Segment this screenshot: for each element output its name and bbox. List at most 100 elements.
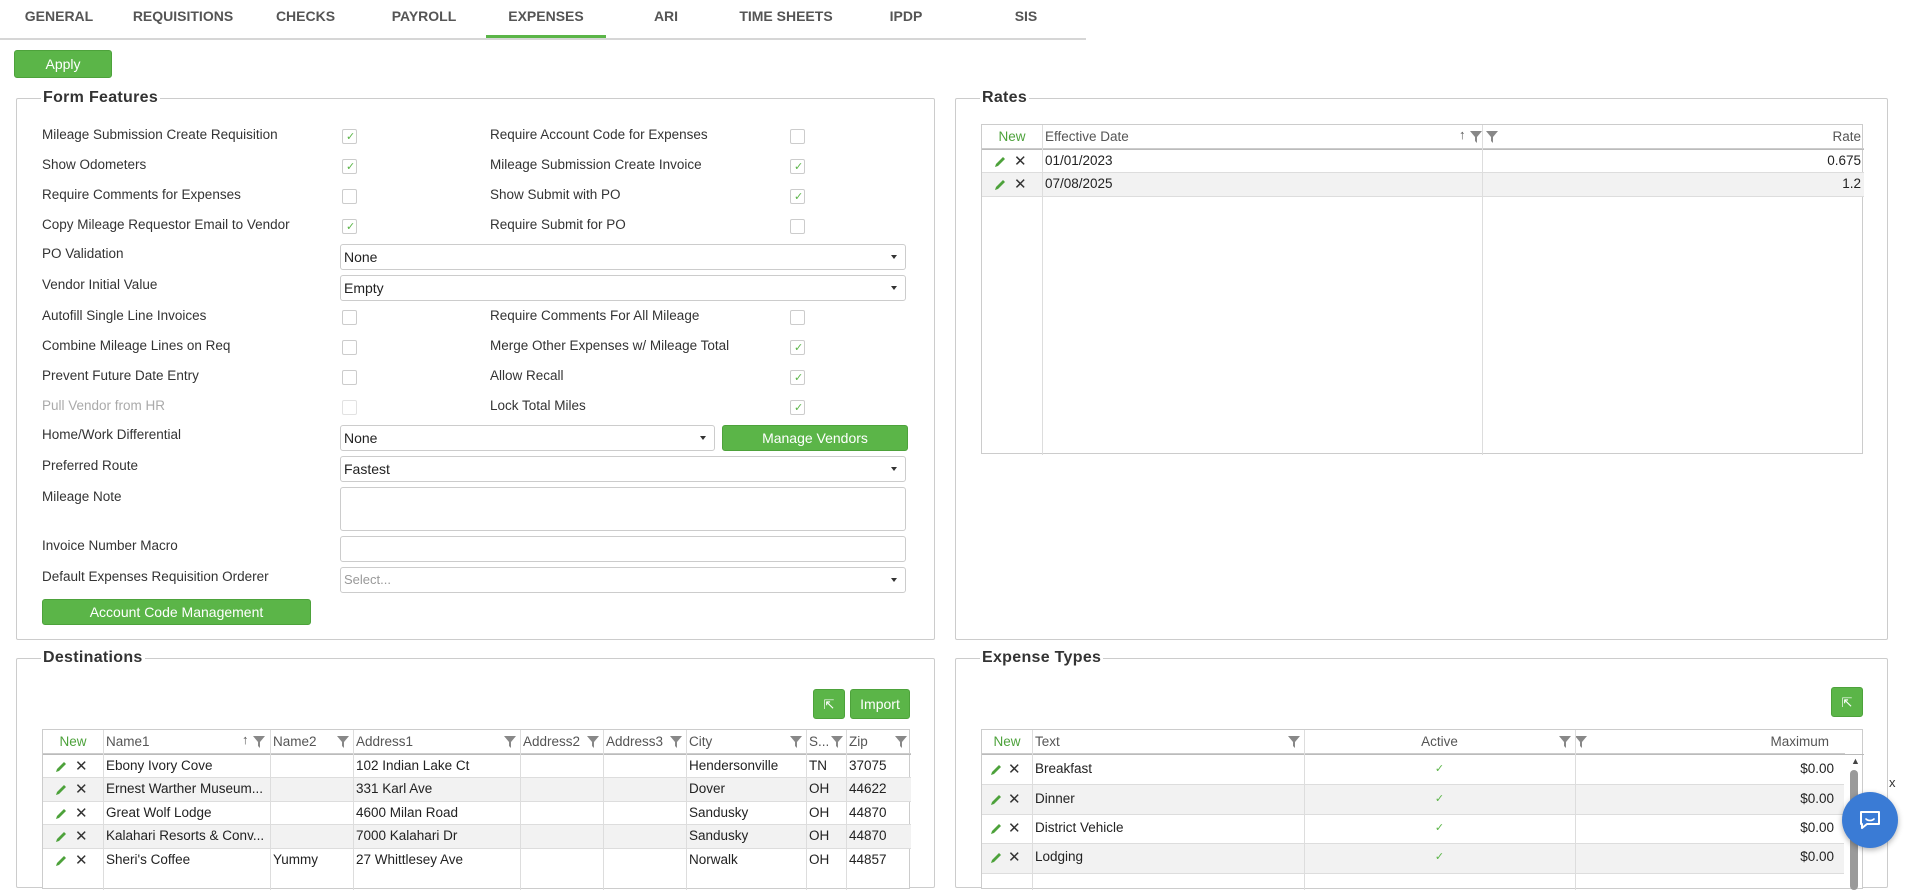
scroll-up-icon[interactable]: ▲ [1851,756,1860,766]
check-icon: ✓ [1434,763,1445,775]
export-button[interactable]: ⇱ [813,689,845,719]
tab-general[interactable]: GENERAL [0,0,118,38]
default-orderer-select[interactable]: Select... [340,567,906,593]
invoice-number-macro-input[interactable] [340,536,906,562]
filter-icon[interactable] [790,736,802,748]
rates-title: Rates [980,89,1030,107]
filter-icon[interactable] [253,736,265,748]
expense-types-new-button[interactable]: New [982,730,1032,754]
delete-icon[interactable]: ✕ [1014,154,1027,169]
autofill-single-line-checkbox[interactable] [342,310,357,325]
rates-new-button[interactable]: New [982,125,1042,149]
tab-requisitions[interactable]: REQUISITIONS [118,0,248,38]
expense-types-title: Expense Types [980,649,1104,667]
edit-icon[interactable] [55,830,68,843]
header-address1[interactable]: Address1 [353,730,520,754]
edit-icon[interactable] [55,760,68,773]
allow-recall-checkbox[interactable]: ✓ [790,370,805,385]
show-odometers-label: Show Odometers [42,157,147,172]
require-submit-po-checkbox[interactable] [790,219,805,234]
delete-icon[interactable]: ✕ [1008,762,1021,777]
header-maximum[interactable]: Maximum [1575,730,1845,754]
edit-icon[interactable] [990,793,1003,806]
mileage-create-invoice-checkbox[interactable]: ✓ [790,159,805,174]
delete-icon[interactable]: ✕ [1014,177,1027,192]
require-comments-all-mileage-checkbox[interactable] [790,310,805,325]
mileage-create-requisition-checkbox[interactable]: ✓ [342,129,357,144]
delete-icon[interactable]: ✕ [75,829,88,844]
show-odometers-checkbox[interactable]: ✓ [342,159,357,174]
sort-asc-icon[interactable]: ↑ [242,732,249,747]
po-validation-select[interactable]: None [340,244,906,270]
delete-icon[interactable]: ✕ [75,853,88,868]
cell-text: District Vehicle [1035,820,1124,835]
chat-launcher-button[interactable] [1842,792,1898,848]
import-button[interactable]: Import [850,689,910,719]
apply-button[interactable]: Apply [14,50,112,78]
preferred-route-select[interactable]: Fastest [340,456,906,482]
cell-text: Breakfast [1035,761,1093,776]
rates-header-effective-date[interactable]: Effective Date [1042,125,1543,149]
delete-icon[interactable]: ✕ [1008,850,1021,865]
delete-icon[interactable]: ✕ [1008,792,1021,807]
filter-icon[interactable] [1288,736,1300,748]
edit-icon[interactable] [55,854,68,867]
header-text[interactable]: Text [1032,730,1304,754]
manage-vendors-button[interactable]: Manage Vendors [722,425,908,451]
destinations-new-button[interactable]: New [43,730,103,754]
tab-sis[interactable]: SIS [966,0,1086,38]
filter-icon[interactable] [337,736,349,748]
tab-checks[interactable]: CHECKS [248,0,363,38]
filter-icon[interactable] [1559,736,1571,748]
tab-payroll[interactable]: PAYROLL [363,0,485,38]
header-active[interactable]: Active [1304,730,1575,754]
sort-asc-icon[interactable]: ↑ [1459,127,1466,142]
lock-total-miles-checkbox[interactable]: ✓ [790,400,805,415]
tab-ipdp[interactable]: IPDP [846,0,966,38]
caret-down-icon [891,255,897,259]
filter-icon[interactable] [1470,131,1482,143]
edit-icon[interactable] [55,783,68,796]
prevent-future-date-checkbox[interactable] [342,370,357,385]
tab-time-sheets[interactable]: TIME SHEETS [726,0,846,38]
delete-icon[interactable]: ✕ [1008,821,1021,836]
show-submit-po-checkbox[interactable]: ✓ [790,189,805,204]
edit-icon[interactable] [994,178,1007,191]
edit-icon[interactable] [990,822,1003,835]
destinations-panel: Destinations ⇱ Import New Name1 Name2 Ad… [16,649,935,890]
vendor-initial-value-select[interactable]: Empty [340,275,906,301]
rates-header-rate[interactable]: Rate [1482,125,1864,149]
header-city[interactable]: City [686,730,806,754]
tab-expenses[interactable]: EXPENSES [486,0,606,38]
chat-close-button[interactable]: x [1889,775,1896,790]
cell-city: Hendersonville [689,758,779,773]
delete-icon[interactable]: ✕ [75,806,88,821]
edit-icon[interactable] [990,763,1003,776]
home-work-differential-select[interactable]: None [340,425,715,451]
filter-icon[interactable] [670,736,682,748]
mileage-create-invoice-label: Mileage Submission Create Invoice [490,157,702,172]
filter-icon[interactable] [1575,736,1587,748]
require-comments-expenses-checkbox[interactable] [342,189,357,204]
combine-mileage-lines-checkbox[interactable] [342,340,357,355]
export-button[interactable]: ⇱ [1831,687,1863,717]
cell-text: Lodging [1035,849,1084,864]
check-icon: ✓ [794,372,804,384]
mileage-note-input[interactable] [340,487,906,531]
copy-mileage-email-checkbox[interactable]: ✓ [342,219,357,234]
filter-icon[interactable] [504,736,516,748]
edit-icon[interactable] [990,851,1003,864]
delete-icon[interactable]: ✕ [75,759,88,774]
account-code-management-button[interactable]: Account Code Management [42,599,311,625]
tab-ari[interactable]: ARI [606,0,726,38]
cell-state: TN [809,758,827,773]
require-comments-all-mileage-label: Require Comments For All Mileage [490,308,700,323]
require-account-code-checkbox[interactable] [790,129,805,144]
filter-icon[interactable] [587,736,599,748]
merge-other-expenses-checkbox[interactable]: ✓ [790,340,805,355]
delete-icon[interactable]: ✕ [75,782,88,797]
filter-icon[interactable] [895,736,907,748]
edit-icon[interactable] [55,807,68,820]
edit-icon[interactable] [994,155,1007,168]
filter-icon[interactable] [831,736,843,748]
